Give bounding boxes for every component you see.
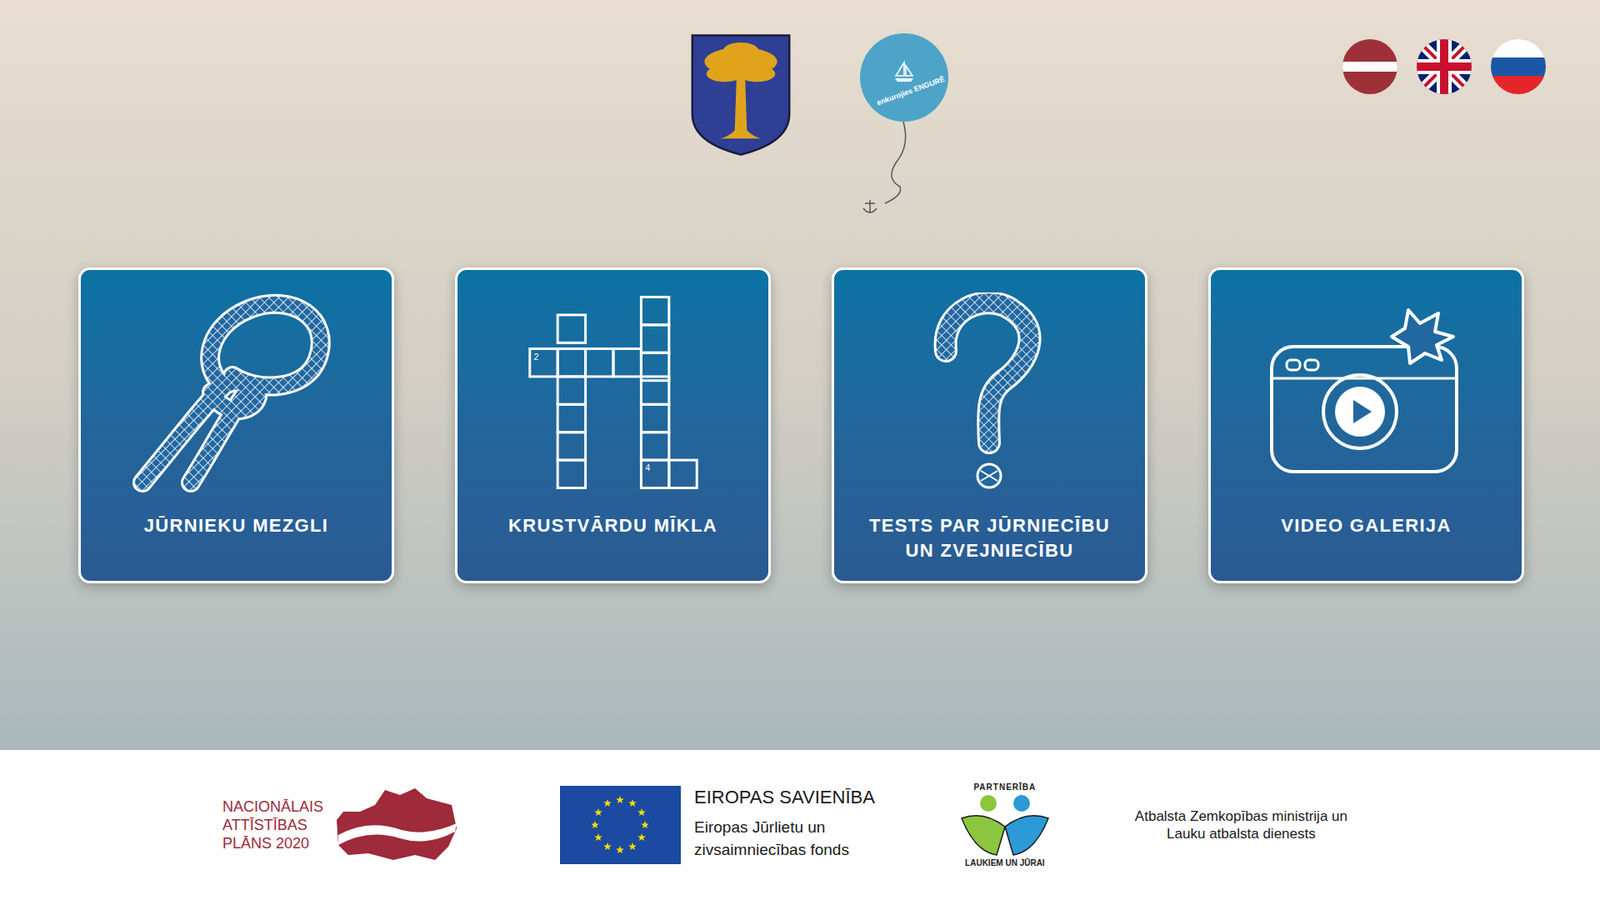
question-mark-icon [927,292,1053,493]
crossword-icon: 24 [525,292,701,493]
knot-icon [132,292,341,493]
header: enkurojies ENGURĒ [0,0,1600,268]
card-row: JŪRNIEKU MEZGLI24KRUSTVĀRDU MĪKLATESTS P… [0,267,1600,584]
balloon-logo: enkurojies ENGURĒ [860,33,952,217]
support-text: Atbalsta Zemkopības ministrija unLauku a… [1135,807,1348,843]
menu-card[interactable]: VIDEO GALERIJA [1208,267,1525,584]
footer: NACIONĀLAISATTĪSTĪBASPLĀNS 2020 EIROPAS S… [0,750,1600,900]
menu-card[interactable]: 24KRUSTVĀRDU MĪKLA [455,267,771,584]
menu-card[interactable]: JŪRNIEKU MEZGLI [78,267,395,584]
partnership-logo: PARTNERĪBALAUKIEM UN JŪRAI [958,780,1052,870]
latvia-map-icon [335,786,460,864]
eu-logo: EIROPAS SAVIENĪBAEiropas Jūrlietu unzivs… [560,785,875,865]
eu-flag-icon [560,785,681,865]
flag-lv-icon[interactable] [1342,39,1398,95]
card-label: TESTS PAR JŪRNIECĪBUUN ZVEJNIECĪBU [869,513,1110,564]
card-label: JŪRNIEKU MEZGLI [144,513,329,539]
hero-background: enkurojies ENGURĒJŪRNIEKU MEZGLI24KRUSTV… [0,0,1600,750]
nap-logo: NACIONĀLAISATTĪSTĪBASPLĀNS 2020 [222,786,460,864]
card-label: VIDEO GALERIJA [1280,513,1451,539]
language-switcher [1342,39,1546,95]
menu-card[interactable]: TESTS PAR JŪRNIECĪBUUN ZVEJNIECĪBU [831,267,1148,584]
app: enkurojies ENGURĒJŪRNIEKU MEZGLI24KRUSTV… [0,0,1600,900]
card-label: KRUSTVĀRDU MĪKLA [508,513,718,539]
flag-en-icon[interactable] [1416,39,1472,95]
sailboat-icon [891,60,917,83]
anchor-string-icon [860,120,952,217]
svg-text:4: 4 [645,462,650,473]
flag-ru-icon[interactable] [1490,39,1546,95]
camera-play-icon [1266,305,1467,480]
svg-text:2: 2 [533,351,539,362]
coat-of-arms-icon [690,33,792,157]
partnership-figures-icon [958,793,1052,857]
